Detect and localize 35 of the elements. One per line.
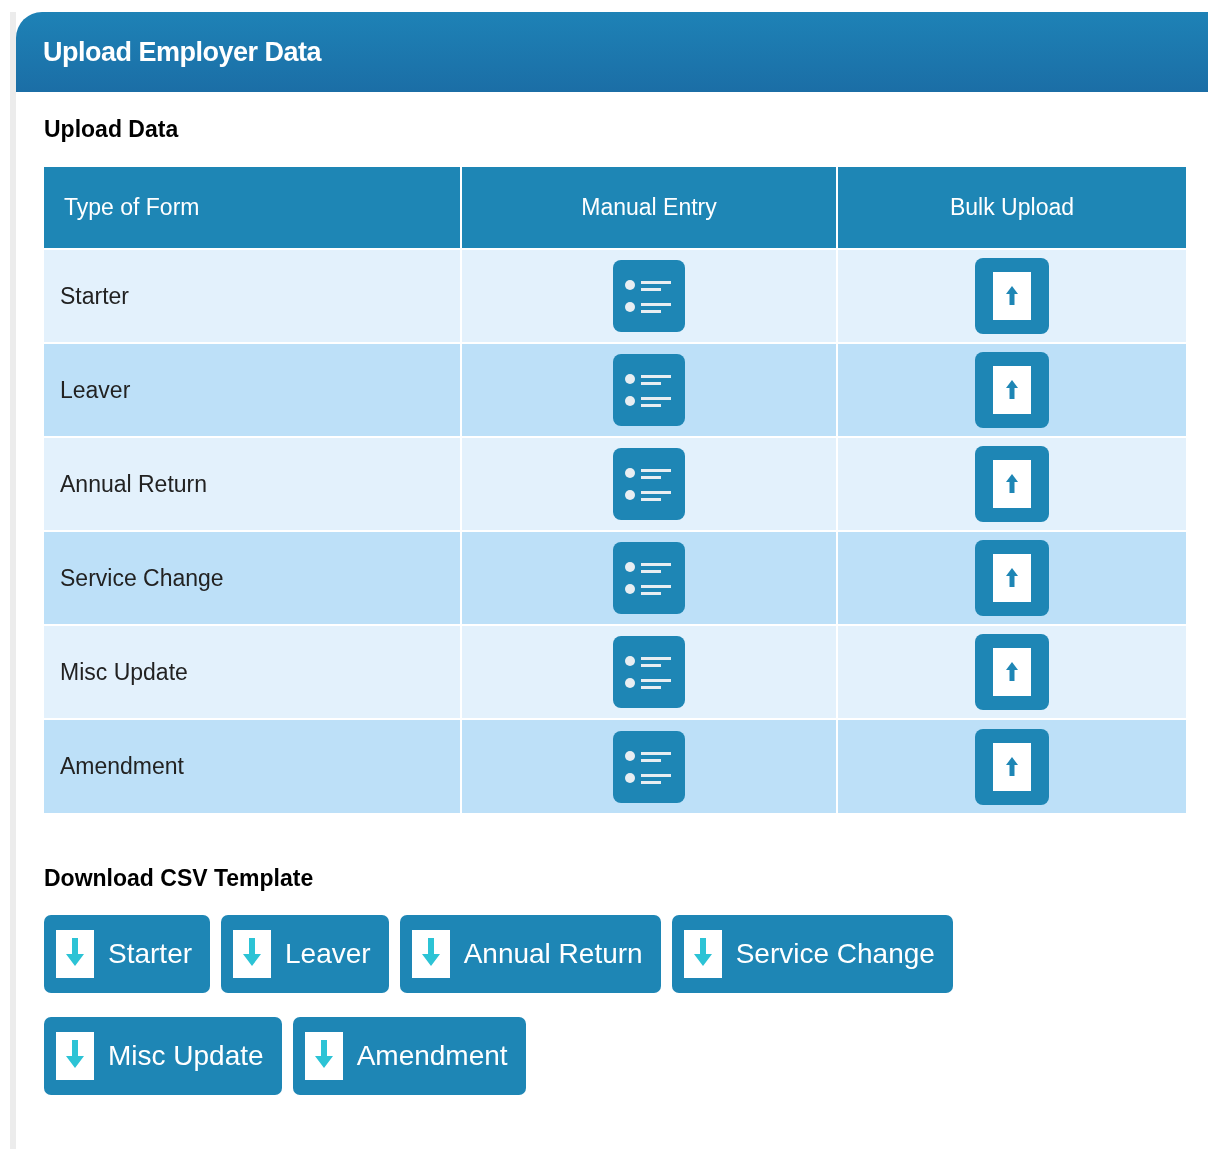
list-button[interactable] [613,260,685,332]
upload-icon [993,272,1031,320]
upload-button[interactable] [975,446,1049,522]
download-template-button[interactable]: Amendment [292,1017,526,1095]
download-template-button[interactable]: Starter [44,915,211,993]
download-template-button[interactable]: Leaver [221,915,389,993]
list-button[interactable] [613,730,685,803]
upload-icon [993,648,1031,696]
table-cell: Amendment [44,719,461,813]
upload-icon [993,742,1031,791]
download-template-button[interactable]: Annual Return [399,915,661,993]
column-header: Bulk Upload [837,167,1186,249]
section-heading: Download CSV Template [44,864,315,891]
download-template-button[interactable]: Service Change [671,915,953,993]
panel-title: Upload Employer Data [43,35,322,69]
upload-button[interactable] [975,728,1049,805]
download-icon [56,1032,94,1080]
upload-button[interactable] [975,258,1049,334]
list-button[interactable] [613,636,685,708]
download-icon [304,1032,343,1080]
download-icon [233,930,272,978]
list-button[interactable] [613,542,685,614]
upload-icon [993,554,1031,602]
download-icon [56,930,94,978]
upload-button[interactable] [975,352,1049,428]
upload-icon [993,460,1031,508]
upload-icon [993,366,1031,414]
upload-button[interactable] [975,540,1049,616]
download-icon [411,930,450,978]
section-heading: Upload Data [44,115,180,142]
list-button[interactable] [613,354,685,426]
list-button[interactable] [613,448,685,520]
download-icon [683,930,722,978]
download-template-button[interactable]: Misc Update [44,1017,282,1095]
upload-button[interactable] [975,634,1049,710]
